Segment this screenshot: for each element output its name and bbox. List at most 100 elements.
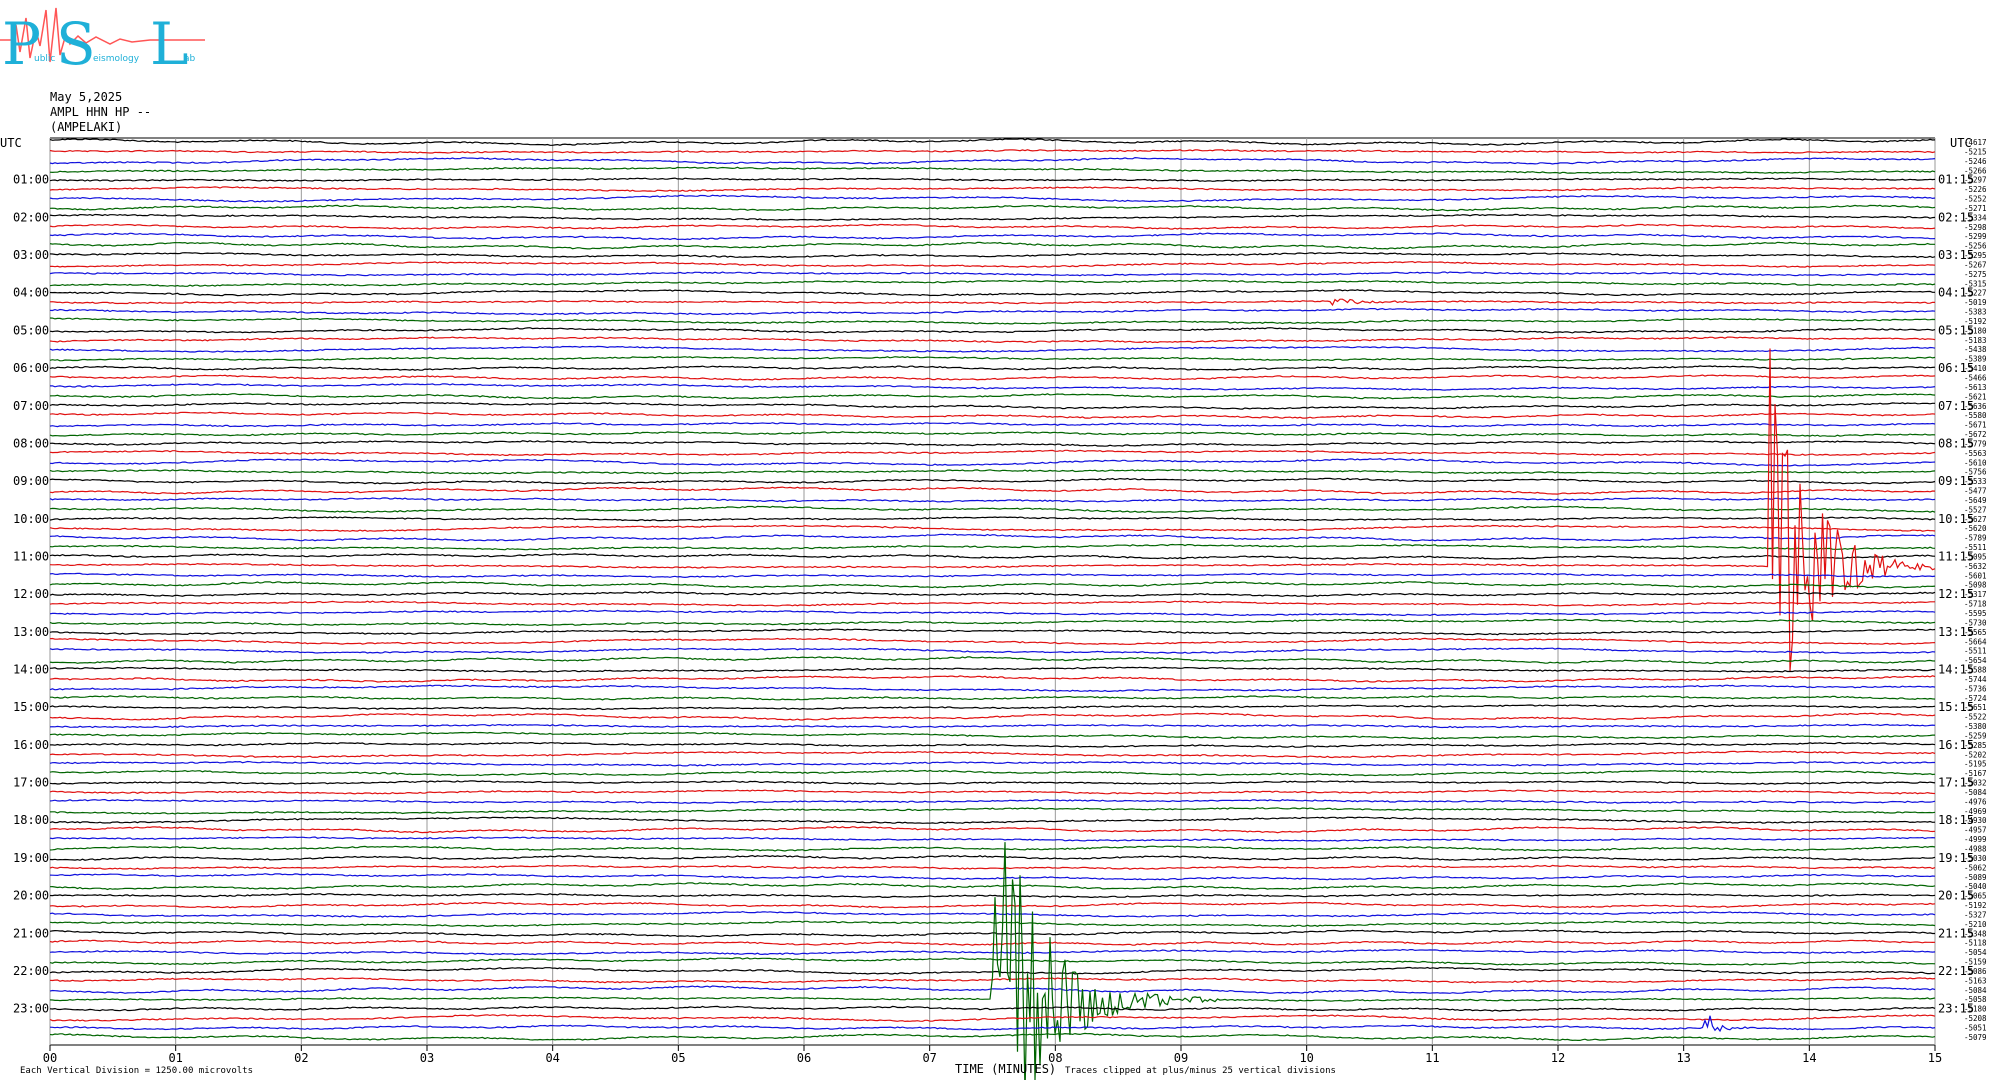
- right-hour-label: 16:15: [1938, 738, 1974, 752]
- trace-offset-label: -5275: [1964, 270, 1987, 279]
- x-tick-label: 13: [1676, 1051, 1690, 1065]
- seismic-trace: [49, 543, 1936, 551]
- seismic-trace: [49, 572, 1936, 579]
- seismic-trace: [49, 533, 1936, 542]
- seismic-trace: [49, 985, 1936, 994]
- left-hour-label: 02:00: [13, 210, 49, 224]
- left-hour-label: 01:00: [13, 173, 49, 187]
- seismic-trace: [49, 637, 1936, 646]
- seismic-trace: [49, 393, 1936, 400]
- trace-offset-label: -5595: [1964, 609, 1987, 618]
- seismic-trace: [49, 618, 1936, 627]
- left-hour-label: 10:00: [13, 512, 49, 526]
- x-tick-label: 15: [1928, 1051, 1942, 1065]
- seismic-trace: [49, 920, 1936, 928]
- right-hour-label: 04:15: [1938, 286, 1974, 300]
- seismic-trace: [49, 704, 1936, 711]
- x-axis-title: TIME (MINUTES): [955, 1062, 1057, 1076]
- seismic-trace: [49, 731, 1935, 740]
- seismic-trace: [50, 695, 1936, 701]
- seismic-trace: [49, 836, 1936, 842]
- seismic-trace: [49, 524, 1936, 532]
- left-hour-label: 23:00: [13, 1002, 49, 1016]
- right-hour-label: 19:15: [1938, 851, 1974, 865]
- seismic-trace: [49, 156, 1936, 165]
- seismic-trace: [49, 307, 1936, 316]
- x-tick-label: 06: [797, 1051, 811, 1065]
- seismic-trace: [49, 939, 1936, 946]
- seismic-trace: [49, 929, 1935, 938]
- seismic-trace: [49, 656, 1936, 665]
- seismic-trace: [49, 628, 1936, 636]
- seismic-trace: [49, 194, 1936, 203]
- seismic-trace: [49, 826, 1936, 834]
- trace-offset-label: -5610: [1964, 458, 1987, 467]
- seismic-trace: [49, 1032, 1936, 1042]
- seismic-trace: [49, 647, 1936, 655]
- left-hour-label: 07:00: [13, 399, 49, 413]
- right-hour-label: 06:15: [1938, 361, 1974, 375]
- x-tick-label: 03: [420, 1051, 434, 1065]
- x-tick-label: 14: [1802, 1051, 1816, 1065]
- seismic-trace: [49, 289, 1935, 297]
- seismic-trace: [49, 901, 1936, 909]
- trace-offset-label: -5327: [1964, 910, 1987, 919]
- seismic-trace: [49, 440, 1936, 447]
- x-tick-label: 12: [1551, 1051, 1565, 1065]
- seismic-trace: [49, 317, 1936, 325]
- left-utc-label: UTC: [0, 136, 22, 150]
- left-hour-label: 05:00: [13, 323, 49, 337]
- seismic-trace: [49, 241, 1935, 250]
- right-hour-label: 17:15: [1938, 776, 1974, 790]
- x-tick-label: 07: [922, 1051, 936, 1065]
- seismic-trace: [49, 864, 1936, 870]
- seismic-trace: [49, 666, 1935, 673]
- right-hour-label: 03:15: [1938, 248, 1974, 262]
- seismic-trace: [49, 1005, 1936, 1012]
- x-tick-label: 04: [545, 1051, 559, 1065]
- seismic-trace: [49, 260, 1936, 268]
- seismic-trace: [49, 279, 1936, 287]
- trace-offset-label: -4999: [1964, 835, 1987, 844]
- seismic-trace: [49, 845, 1936, 852]
- trace-offset-label: -5084: [1964, 986, 1987, 995]
- seismic-trace: [49, 383, 1936, 391]
- left-hour-label: 13:00: [13, 625, 49, 639]
- trace-offset-label: -4976: [1964, 797, 1987, 806]
- seismic-trace: [49, 355, 1936, 362]
- left-hour-label: 04:00: [13, 286, 49, 300]
- x-tick-label: 02: [294, 1051, 308, 1065]
- x-tick-label: 11: [1425, 1051, 1439, 1065]
- trace-offset-label: -5079: [1964, 1033, 1987, 1042]
- trace-offset-label: -5054: [1964, 948, 1987, 957]
- trace-offset-label: -5789: [1964, 534, 1987, 543]
- trace-offset-label: -5671: [1964, 421, 1987, 430]
- left-hour-label: 16:00: [13, 738, 49, 752]
- seismic-trace: [49, 166, 1936, 174]
- seismic-trace: [49, 581, 1936, 589]
- seismic-trace: [49, 232, 1936, 241]
- left-hour-label: 18:00: [13, 813, 49, 827]
- seismic-trace: [49, 798, 1936, 804]
- seismic-trace: [49, 213, 1936, 221]
- seismic-trace: [49, 882, 1936, 891]
- left-hour-label: 21:00: [13, 926, 49, 940]
- right-hour-label: 12:15: [1938, 587, 1974, 601]
- seismic-trace: [49, 505, 1936, 513]
- x-tick-label: 00: [43, 1051, 57, 1065]
- scale-note: Each Vertical Division = 1250.00 microvo…: [20, 1066, 253, 1076]
- helicorder-plot: 00 01 02 03 04 05 06 07 08 09 10 11 12 13 14 15-4617-52…: [0, 136, 1987, 1080]
- x-tick-label: 09: [1174, 1051, 1188, 1065]
- seismic-trace: [49, 609, 1936, 617]
- right-hour-label: 13:15: [1938, 625, 1974, 639]
- left-hour-label: 17:00: [13, 776, 49, 790]
- seismic-trace: [49, 910, 1936, 918]
- seismic-trace: [49, 411, 1936, 419]
- trace-offset-label: -5380: [1964, 722, 1987, 731]
- seismic-trace: [49, 769, 1936, 777]
- seismic-trace: [49, 477, 1936, 485]
- right-hour-label: 09:15: [1938, 474, 1974, 488]
- trace-offset-label: -5438: [1964, 345, 1987, 354]
- seismic-trace: [49, 1014, 1936, 1023]
- right-hour-label: 05:15: [1938, 323, 1974, 337]
